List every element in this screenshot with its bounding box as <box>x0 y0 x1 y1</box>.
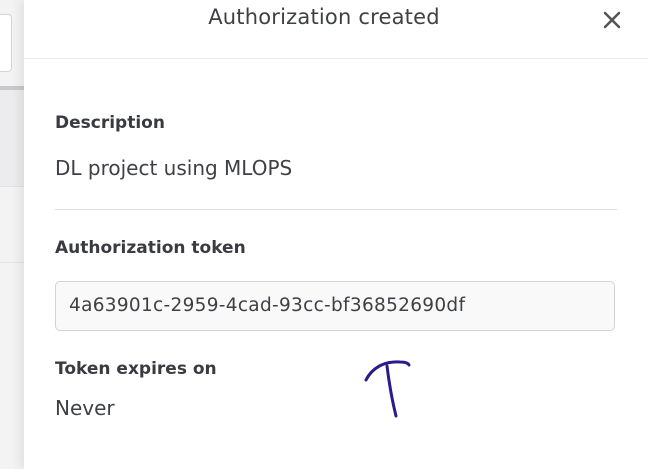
background-row-divider <box>0 186 24 187</box>
screen: Authorization created Description DL pro… <box>0 0 648 469</box>
panel-title: Authorization created <box>208 5 440 29</box>
close-button[interactable] <box>598 6 626 34</box>
background-shade <box>0 90 24 186</box>
description-value: DL project using MLOPS <box>55 156 293 180</box>
section-divider <box>55 209 617 210</box>
background-row-divider <box>0 262 24 263</box>
authorization-panel: Authorization created Description DL pro… <box>24 0 648 469</box>
close-icon <box>603 11 621 29</box>
token-label: Authorization token <box>55 238 246 258</box>
token-field[interactable]: 4a63901c-2959-4cad-93cc-bf36852690df <box>55 281 615 331</box>
description-label: Description <box>55 113 165 133</box>
expires-label: Token expires on <box>55 359 217 379</box>
panel-header: Authorization created <box>24 0 648 59</box>
background-page <box>0 0 24 469</box>
expires-value: Never <box>55 396 115 420</box>
handwritten-arrow-annotation <box>364 360 411 418</box>
background-input-edge <box>0 14 12 72</box>
